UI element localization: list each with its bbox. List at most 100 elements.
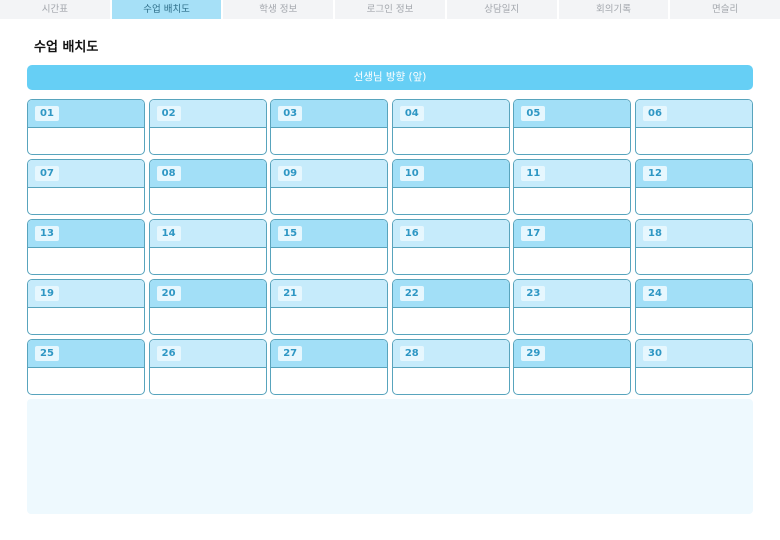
desk-05[interactable]: 05 [513, 99, 632, 155]
tab-1[interactable]: 시간표 [0, 0, 112, 19]
desk-header: 14 [149, 220, 266, 248]
desk-number-badge: 18 [642, 226, 667, 241]
desk-student-slot[interactable] [514, 368, 630, 394]
desk-24[interactable]: 24 [634, 279, 753, 335]
desk-06[interactable]: 06 [634, 99, 753, 155]
desk-number-badge: 12 [642, 166, 667, 181]
desk-number-badge: 13 [35, 226, 59, 241]
desk-number-badge: 26 [156, 346, 181, 361]
desk-01[interactable]: 01 [27, 99, 145, 155]
desk-student-slot[interactable] [271, 248, 387, 274]
desk-student-slot[interactable] [636, 308, 752, 334]
desk-14[interactable]: 14 [148, 219, 267, 275]
desk-number-badge: 25 [35, 346, 59, 361]
desk-header: 30 [635, 340, 752, 368]
tab-2[interactable]: 수업 배치도 [111, 0, 224, 19]
desk-25[interactable]: 25 [27, 339, 145, 395]
desk-student-slot[interactable] [150, 368, 266, 394]
desk-student-slot[interactable] [150, 248, 266, 274]
desk-21[interactable]: 21 [270, 279, 389, 335]
desk-19[interactable]: 19 [27, 279, 145, 335]
desk-header: 28 [392, 340, 509, 368]
desk-header: 23 [514, 280, 631, 308]
desk-10[interactable]: 10 [391, 159, 510, 215]
desk-header: 27 [271, 340, 388, 368]
tab-bar: 시간표 수업 배치도 학생 정보 로그인 정보 상담일지 회의기록 면슬리 [0, 0, 780, 19]
tab-3[interactable]: 학생 정보 [223, 0, 336, 19]
desk-number-badge: 09 [278, 166, 303, 181]
desk-student-slot[interactable] [271, 128, 387, 154]
desk-header: 03 [271, 100, 388, 128]
desk-header: 17 [514, 220, 631, 248]
desk-student-slot[interactable] [393, 308, 509, 334]
desk-student-slot[interactable] [150, 308, 266, 334]
desk-header: 09 [271, 160, 388, 188]
desk-header: 19 [28, 280, 144, 308]
desk-18[interactable]: 18 [634, 219, 753, 275]
desk-30[interactable]: 30 [634, 339, 753, 395]
desk-12[interactable]: 12 [634, 159, 753, 215]
desk-student-slot[interactable] [636, 368, 752, 394]
desk-header: 04 [392, 100, 509, 128]
desk-28[interactable]: 28 [391, 339, 510, 395]
desk-02[interactable]: 02 [148, 99, 267, 155]
desk-03[interactable]: 03 [270, 99, 389, 155]
desk-student-slot[interactable] [28, 368, 144, 394]
desk-07[interactable]: 07 [27, 159, 145, 215]
desk-student-slot[interactable] [28, 248, 144, 274]
desk-23[interactable]: 23 [513, 279, 632, 335]
desk-number-badge: 01 [35, 106, 59, 121]
empty-area [27, 399, 753, 514]
desk-student-slot[interactable] [514, 308, 630, 334]
desk-13[interactable]: 13 [27, 219, 145, 275]
desk-09[interactable]: 09 [270, 159, 389, 215]
desk-student-slot[interactable] [514, 128, 630, 154]
desk-number-badge: 05 [521, 106, 546, 121]
desk-16[interactable]: 16 [391, 219, 510, 275]
desk-11[interactable]: 11 [513, 159, 632, 215]
desk-student-slot[interactable] [393, 248, 509, 274]
desk-number-badge: 14 [156, 226, 181, 241]
tab-4[interactable]: 로그인 정보 [335, 0, 447, 19]
desk-header: 08 [149, 160, 266, 188]
desk-29[interactable]: 29 [513, 339, 632, 395]
desk-number-badge: 28 [399, 346, 424, 361]
desk-15[interactable]: 15 [270, 219, 389, 275]
desk-student-slot[interactable] [271, 368, 387, 394]
desk-student-slot[interactable] [28, 188, 144, 214]
desk-27[interactable]: 27 [270, 339, 389, 395]
desk-student-slot[interactable] [28, 128, 144, 154]
desk-header: 18 [635, 220, 752, 248]
desk-student-slot[interactable] [271, 188, 387, 214]
desk-student-slot[interactable] [393, 368, 509, 394]
desk-22[interactable]: 22 [391, 279, 510, 335]
desk-08[interactable]: 08 [148, 159, 267, 215]
tab-7[interactable]: 면슬리 [670, 0, 780, 19]
desk-header: 16 [392, 220, 509, 248]
desk-number-badge: 20 [156, 286, 181, 301]
desk-number-badge: 24 [642, 286, 667, 301]
desk-student-slot[interactable] [636, 128, 752, 154]
desk-17[interactable]: 17 [513, 219, 632, 275]
desk-student-slot[interactable] [514, 248, 630, 274]
desk-student-slot[interactable] [150, 188, 266, 214]
desk-student-slot[interactable] [28, 308, 144, 334]
tab-5[interactable]: 상담일지 [447, 0, 559, 19]
tab-6[interactable]: 회의기록 [559, 0, 671, 19]
desk-header: 02 [149, 100, 266, 128]
desk-number-badge: 27 [278, 346, 303, 361]
desk-header: 07 [28, 160, 144, 188]
desk-student-slot[interactable] [393, 128, 509, 154]
desk-student-slot[interactable] [150, 128, 266, 154]
desk-student-slot[interactable] [636, 248, 752, 274]
desk-student-slot[interactable] [514, 188, 630, 214]
desk-number-badge: 02 [156, 106, 181, 121]
desk-26[interactable]: 26 [148, 339, 267, 395]
desk-04[interactable]: 04 [391, 99, 510, 155]
desk-student-slot[interactable] [636, 188, 752, 214]
desk-number-badge: 22 [399, 286, 424, 301]
desk-number-badge: 03 [278, 106, 303, 121]
desk-student-slot[interactable] [271, 308, 387, 334]
desk-student-slot[interactable] [393, 188, 509, 214]
desk-20[interactable]: 20 [148, 279, 267, 335]
